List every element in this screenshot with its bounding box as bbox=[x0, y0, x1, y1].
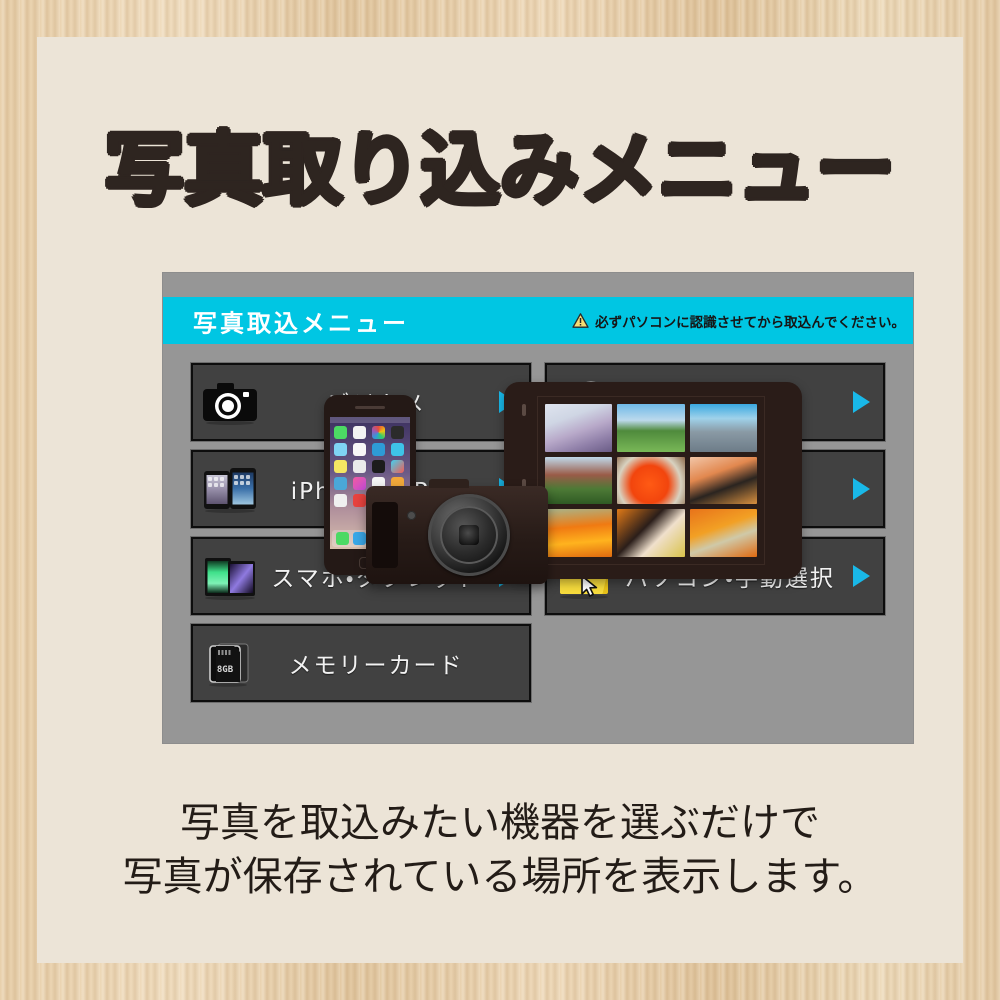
menu-arrow-scanner[interactable] bbox=[839, 478, 883, 500]
iphone-ipad-icon bbox=[193, 452, 267, 526]
chevron-right-icon bbox=[498, 391, 516, 413]
menu-label-external-media: 外部メディア bbox=[655, 392, 805, 418]
menu-arrow-digital-camera[interactable] bbox=[485, 391, 529, 413]
menu-button-smartphone-tablet[interactable]: スマホ・タブレット bbox=[190, 536, 532, 616]
app-window: 写真取込メニュー 必ずパソコンに認識させてから取込んでください。 デジカメ ph… bbox=[163, 273, 913, 743]
poster-inner-area: 写真取り込みメニュー 写真取込メニュー 必ずパソコンに認識させてから取込んでくだ… bbox=[37, 37, 963, 963]
menu-arrow-external-media[interactable] bbox=[839, 391, 883, 413]
chevron-right-icon bbox=[852, 391, 870, 413]
caption-line-2: 写真が保存されている場所を表示します。 bbox=[122, 853, 878, 900]
app-header-warning: 必ずパソコンに認識させてから取込んでください。 bbox=[572, 311, 905, 331]
svg-text:8GB: 8GB bbox=[217, 665, 234, 675]
menu-button-scanner[interactable]: スキャナー bbox=[544, 449, 886, 529]
menu-label-smartphone-tablet: スマホ・タブレット bbox=[271, 566, 481, 592]
menu-arrow-iphone-ipad[interactable] bbox=[485, 478, 529, 500]
menu-label-iphone-ipad: iPhone・iPad bbox=[290, 479, 462, 505]
chevron-right-icon bbox=[852, 565, 870, 587]
wooden-frame: 写真取り込みメニュー 写真取込メニュー 必ずパソコンに認識させてから取込んでくだ… bbox=[0, 0, 1000, 1000]
sd-card-icon: 8GB bbox=[193, 626, 267, 700]
svg-text:photo: photo bbox=[578, 382, 605, 391]
menu-button-iphone-ipad[interactable]: iPhone・iPad bbox=[190, 449, 532, 529]
menu-button-memory-card[interactable]: 8GB メモリーカード bbox=[190, 623, 532, 703]
chevron-right-icon bbox=[852, 478, 870, 500]
menu-arrow-smartphone-tablet[interactable] bbox=[485, 565, 529, 587]
menu-label-memory-card: メモリーカード bbox=[288, 653, 464, 679]
menu-button-pc-manual[interactable]: パソコン・手動選択 bbox=[544, 536, 886, 616]
chevron-right-icon bbox=[498, 565, 516, 587]
menu-button-grid: デジカメ photo 外部メディア iPhone・iPad スキャナー スマホ・… bbox=[190, 362, 886, 703]
usb-disc-icon: photo bbox=[547, 365, 621, 439]
warning-triangle-icon bbox=[572, 313, 589, 328]
smartphone-icon bbox=[193, 539, 267, 613]
menu-arrow-pc-manual[interactable] bbox=[839, 565, 883, 587]
menu-label-digital-camera: デジカメ bbox=[326, 392, 426, 418]
menu-label-pc-manual: パソコン・手動選択 bbox=[625, 566, 835, 592]
chevron-right-icon bbox=[498, 478, 516, 500]
app-header-warning-text: 必ずパソコンに認識させてから取込んでください。 bbox=[595, 314, 905, 331]
caption-line-1: 写真を取込みたい機器を選ぶだけで bbox=[180, 800, 820, 846]
page-title: 写真取り込みメニュー bbox=[105, 124, 895, 216]
app-header-bar: 写真取込メニュー 必ずパソコンに認識させてから取込んでください。 bbox=[163, 297, 913, 344]
camera-icon bbox=[193, 365, 267, 439]
folder-cursor-icon bbox=[547, 539, 621, 613]
menu-button-external-media[interactable]: photo 外部メディア bbox=[544, 362, 886, 442]
menu-button-digital-camera[interactable]: デジカメ bbox=[190, 362, 532, 442]
menu-label-scanner: スキャナー bbox=[667, 479, 793, 505]
app-header-title: 写真取込メニュー bbox=[193, 309, 409, 337]
scanner-icon bbox=[547, 452, 621, 526]
caption-text: 写真を取込みたい機器を選ぶだけで 写真が保存されている場所を表示します。 bbox=[37, 797, 963, 904]
